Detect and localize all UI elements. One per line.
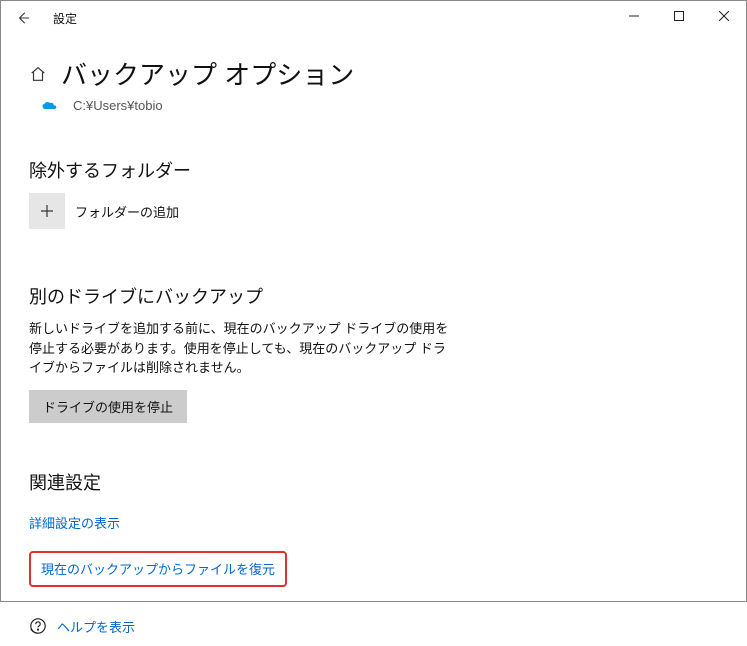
back-button[interactable] xyxy=(11,6,35,30)
app-name: 設定 xyxy=(53,10,77,27)
maximize-button[interactable] xyxy=(656,1,701,31)
close-icon xyxy=(719,11,729,21)
add-folder-button[interactable] xyxy=(29,193,65,229)
close-button[interactable] xyxy=(701,1,746,31)
stop-drive-button[interactable]: ドライブの使用を停止 xyxy=(29,390,187,423)
maximize-icon xyxy=(674,11,684,21)
other-drive-heading: 別のドライブにバックアップ xyxy=(29,283,718,309)
help-icon xyxy=(29,617,47,635)
other-drive-description: 新しいドライブを追加する前に、現在のバックアップ ドライブの使用を停止する必要が… xyxy=(29,319,449,378)
restore-files-link[interactable]: 現在のバックアップからファイルを復元 xyxy=(41,559,275,578)
plus-icon xyxy=(39,203,55,219)
arrow-left-icon xyxy=(16,11,30,25)
home-icon[interactable] xyxy=(29,65,47,83)
exclude-heading: 除外するフォルダー xyxy=(29,157,718,183)
add-folder-label: フォルダーの追加 xyxy=(75,202,179,221)
help-link[interactable]: ヘルプを表示 xyxy=(57,617,135,636)
onedrive-icon xyxy=(41,100,59,112)
restore-highlight: 現在のバックアップからファイルを復元 xyxy=(29,551,287,587)
page-title: バックアップ オプション xyxy=(61,55,354,92)
minimize-icon xyxy=(629,11,639,21)
onedrive-path: C:¥Users¥tobio xyxy=(73,98,163,113)
detail-settings-link[interactable]: 詳細設定の表示 xyxy=(29,513,120,532)
minimize-button[interactable] xyxy=(611,1,656,31)
related-heading: 関連設定 xyxy=(29,469,718,495)
